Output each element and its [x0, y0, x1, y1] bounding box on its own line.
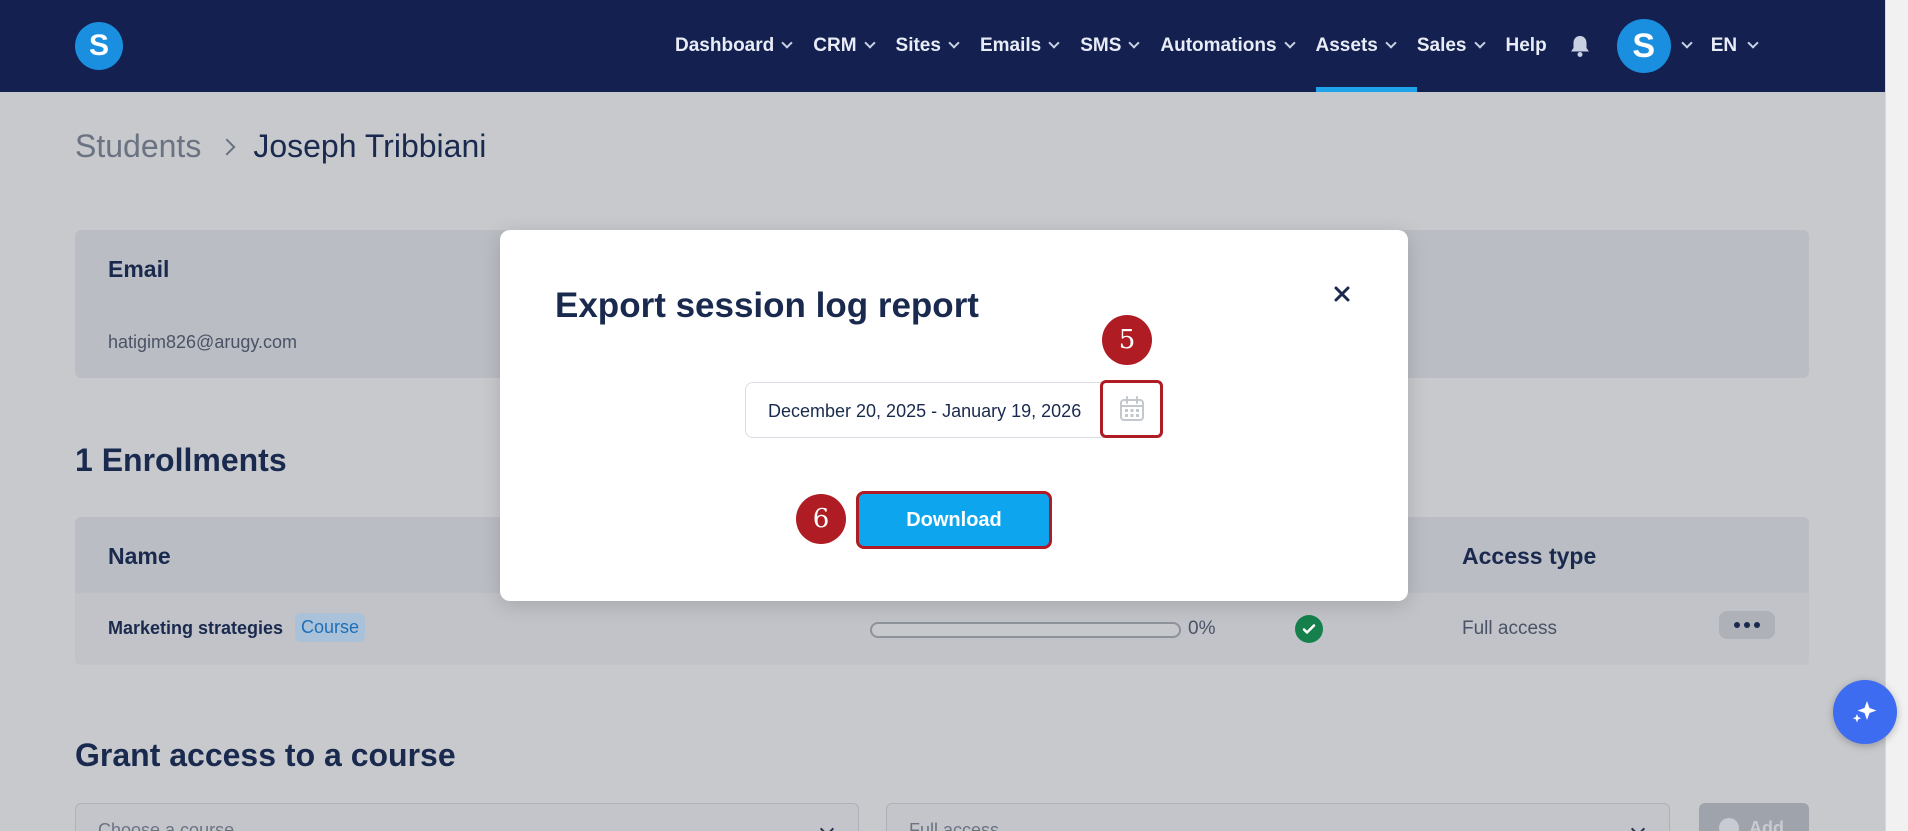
calendar-button[interactable]	[1100, 380, 1163, 438]
nav-item-label: Emails	[979, 35, 1042, 56]
nav-item-help[interactable]: Help	[1506, 0, 1547, 92]
add-button[interactable]: Add	[1699, 803, 1809, 831]
nav-item-sms[interactable]: SMS	[1080, 0, 1141, 92]
nav-item-emails[interactable]: Emails	[979, 0, 1060, 92]
nav-item-label: SMS	[1080, 35, 1122, 56]
export-session-log-modal: Export session log report December 20, 2…	[500, 230, 1408, 601]
grant-access-title: Grant access to a course	[75, 737, 456, 773]
chevron-down-icon	[1128, 37, 1141, 49]
nav-item-dashboard[interactable]: Dashboard	[675, 0, 793, 92]
dot	[1744, 622, 1750, 628]
table-row: Marketing strategies Course 0% Full acce…	[75, 593, 1809, 665]
chevron-down-icon	[819, 821, 835, 831]
chevron-down-icon	[948, 37, 960, 49]
close-icon[interactable]	[1330, 282, 1354, 306]
nav-item-label: Sites	[895, 35, 941, 56]
dot	[1734, 622, 1740, 628]
ai-assistant-button[interactable]	[1833, 680, 1897, 744]
chevron-down-icon	[1283, 37, 1296, 49]
top-navbar: S Dashboard CRM Sites Emails SMS Automat…	[0, 0, 1885, 92]
course-select[interactable]: Choose a course	[75, 803, 859, 831]
chevron-down-icon	[1747, 37, 1759, 49]
progress-bar	[870, 622, 1181, 638]
add-button-label: Add	[1749, 817, 1784, 831]
download-button[interactable]: Download	[856, 491, 1052, 549]
chevron-down-icon	[1473, 37, 1486, 49]
plus-icon	[1719, 818, 1739, 831]
access-type-value: Full access	[1462, 618, 1558, 639]
access-type-select-value: Full access	[909, 820, 1000, 831]
course-name[interactable]: Marketing strategies	[108, 618, 283, 639]
course-select-placeholder: Choose a course	[98, 820, 235, 831]
chevron-down-icon	[1681, 37, 1693, 49]
check-circle-icon	[1295, 615, 1323, 643]
language-selector[interactable]: EN	[1710, 35, 1759, 57]
nav-item-label: Sales	[1416, 35, 1467, 56]
course-type-badge: Course	[295, 613, 366, 642]
enrollments-title: 1 Enrollments	[75, 442, 287, 478]
language-label: EN	[1710, 35, 1738, 56]
email-label: Email	[108, 256, 170, 282]
nav-item-label: Automations	[1160, 35, 1277, 56]
user-menu[interactable]: S	[1616, 19, 1693, 73]
nav-item-crm[interactable]: CRM	[813, 0, 876, 92]
dot	[1754, 622, 1760, 628]
nav-menu: Dashboard CRM Sites Emails SMS Automatio…	[675, 0, 1759, 92]
breadcrumb: Students Joseph Tribbiani	[75, 128, 486, 165]
nav-item-sales[interactable]: Sales	[1416, 0, 1486, 92]
date-range-value: December 20, 2025 - January 19, 2026	[768, 401, 1082, 421]
progress-text: 0%	[1188, 618, 1216, 639]
step-marker: 5	[1102, 315, 1152, 365]
step-marker: 6	[796, 494, 846, 544]
breadcrumb-students-link[interactable]: Students	[75, 128, 201, 165]
column-header-access-type: Access type	[1462, 543, 1597, 569]
nav-item-assets[interactable]: Assets	[1315, 0, 1418, 92]
chevron-down-icon	[1630, 821, 1646, 831]
sparkle-icon	[1852, 701, 1877, 723]
avatar: S	[1616, 19, 1671, 73]
chevron-down-icon	[1048, 37, 1060, 49]
access-type-select[interactable]: Full access	[886, 803, 1670, 831]
chevron-down-icon	[1385, 37, 1397, 49]
chevron-down-icon	[863, 37, 876, 49]
nav-item-sites[interactable]: Sites	[895, 0, 960, 92]
nav-item-label: Help	[1505, 35, 1547, 56]
more-options-button[interactable]	[1719, 611, 1775, 639]
calendar-icon	[1119, 396, 1144, 421]
modal-title: Export session log report	[555, 286, 979, 325]
chevron-right-icon	[218, 138, 236, 155]
nav-item-automations[interactable]: Automations	[1160, 0, 1296, 92]
nav-item-label: CRM	[813, 35, 857, 56]
app-logo[interactable]: S	[75, 22, 123, 70]
page-title: Joseph Tribbiani	[253, 128, 487, 164]
column-header-name: Name	[108, 543, 171, 569]
nav-item-label: Dashboard	[675, 35, 775, 56]
email-value: hatigim826@arugy.com	[108, 332, 298, 352]
chevron-down-icon	[781, 37, 793, 49]
nav-item-label: Assets	[1315, 35, 1378, 56]
bell-icon[interactable]	[1569, 34, 1591, 58]
